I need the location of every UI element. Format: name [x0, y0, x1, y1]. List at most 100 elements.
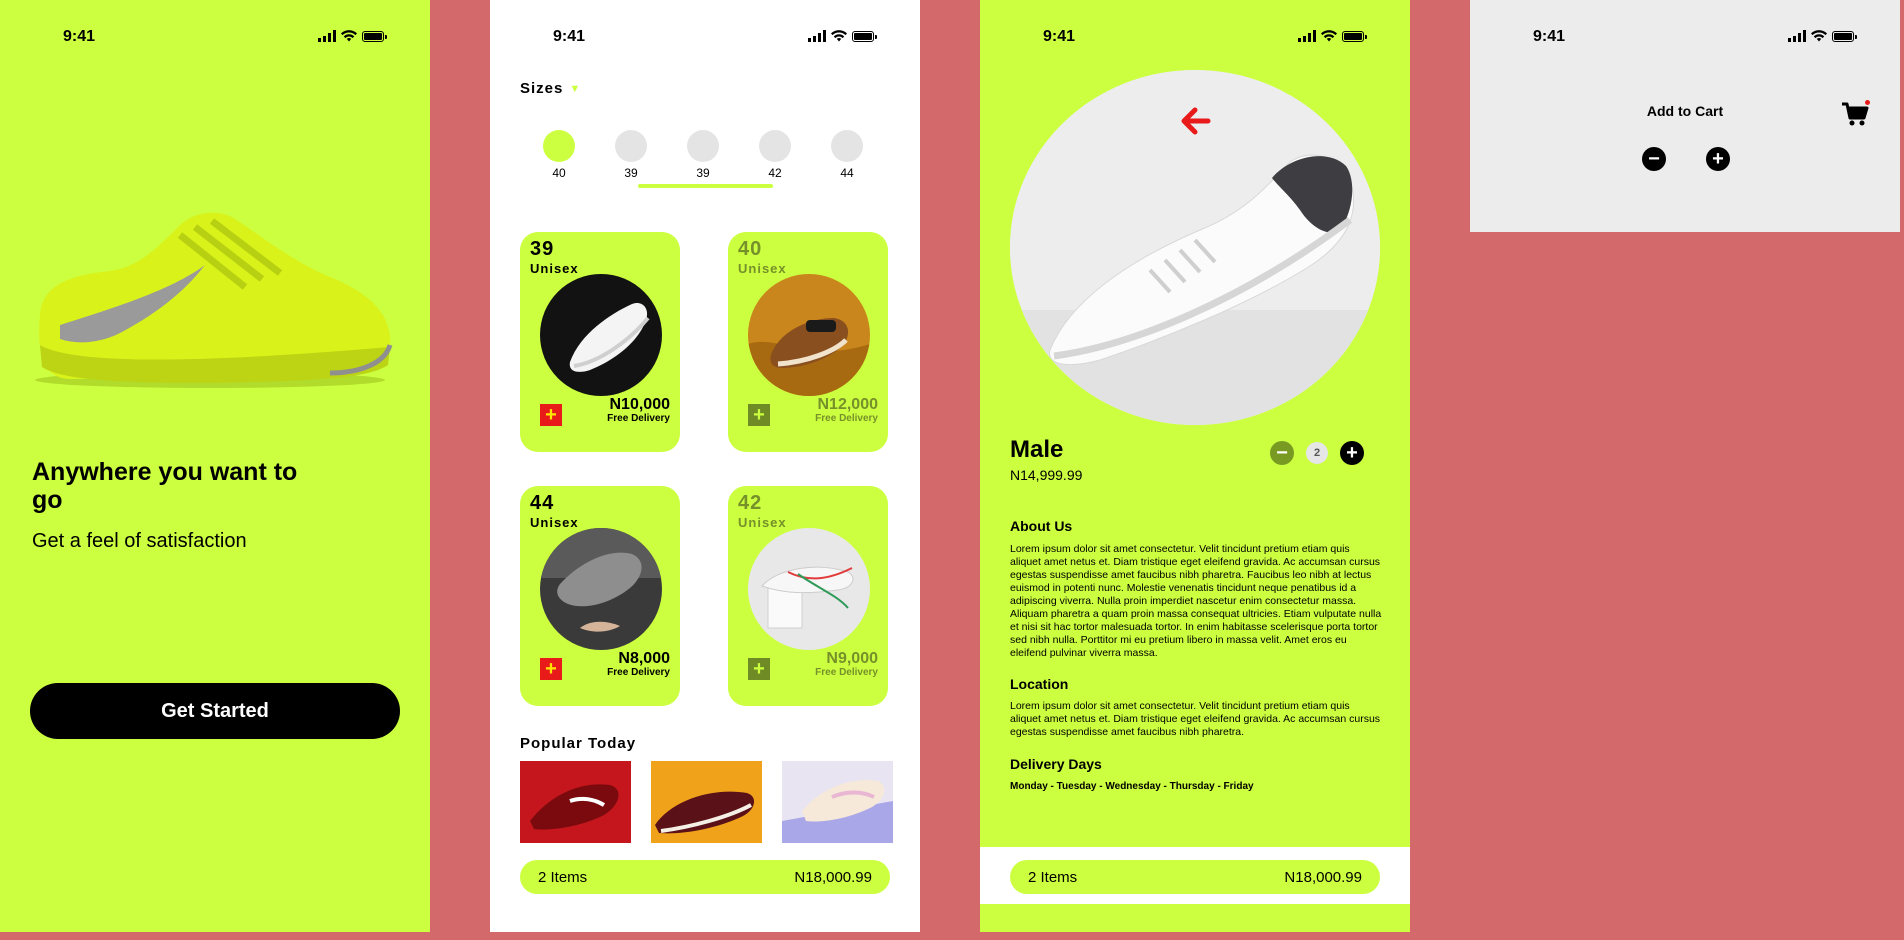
product-detail-screen: 9:41 Male N14,999.99 − 2 + About Us Lore…: [980, 0, 1410, 932]
product-price: N9,000: [826, 650, 878, 667]
location-text: Lorem ipsum dolor sit amet consectetur. …: [1010, 700, 1381, 738]
size-option-label: 42: [768, 166, 782, 180]
cart-summary-bar[interactable]: 2 Items N18,000.99: [520, 860, 890, 894]
status-time: 9:41: [1043, 28, 1076, 45]
product-size: 39: [530, 238, 555, 260]
signal-icon: [808, 30, 826, 42]
status-time: 9:41: [553, 28, 586, 45]
cart-summary-bar[interactable]: 2 Items N18,000.99: [1010, 860, 1380, 894]
product-card[interactable]: 39 Unisex + N10,000 Free Delivery: [520, 232, 680, 452]
product-title: Male: [1010, 436, 1064, 463]
battery-icon: [1832, 30, 1857, 42]
size-option[interactable]: 39: [615, 130, 647, 180]
product-price: N12,000: [817, 396, 879, 413]
about-title: About Us: [1010, 518, 1073, 534]
chevron-down-icon: ▼: [569, 82, 582, 95]
about-text: Lorem ipsum dolor sit amet consectetur. …: [1010, 543, 1382, 659]
status-time: 9:41: [63, 28, 96, 45]
back-arrow-icon[interactable]: [1178, 104, 1212, 138]
status-bar: 9:41: [980, 28, 1410, 48]
product-delivery: Free Delivery: [607, 667, 670, 678]
status-bar: 9:41: [490, 28, 920, 48]
product-image: [540, 528, 662, 650]
size-scroll-indicator: [638, 184, 773, 188]
product-price: N10,000: [609, 396, 671, 413]
size-option[interactable]: 40: [543, 130, 575, 180]
popular-item-image[interactable]: [651, 761, 762, 843]
cart-item-count: 2 Items: [1028, 868, 1078, 886]
status-time: 9:41: [1533, 28, 1566, 45]
product-price: N14,999.99: [1010, 467, 1083, 483]
onboarding-subheadline: Get a feel of satisfaction: [32, 530, 247, 552]
delivery-days-text: Monday - Tuesday - Wednesday - Thursday …: [1010, 781, 1254, 792]
size-option[interactable]: 42: [759, 130, 791, 180]
quantity-stepper: − 2 +: [1270, 441, 1364, 465]
add-to-cart-button[interactable]: +: [540, 404, 562, 426]
status-bar: 9:41: [0, 28, 430, 48]
sizes-dropdown[interactable]: Sizes ▼: [520, 80, 581, 97]
signal-icon: [1298, 30, 1316, 42]
size-option[interactable]: 39: [687, 130, 719, 180]
increase-quantity-button[interactable]: +: [1340, 441, 1364, 465]
product-image: [540, 274, 662, 396]
size-option-label: 40: [552, 166, 566, 180]
product-delivery: Free Delivery: [815, 667, 878, 678]
product-gender: Unisex: [738, 515, 787, 530]
product-delivery: Free Delivery: [607, 413, 670, 424]
onboarding-screen: 9:41 Anywhere you want to go Get a feel …: [0, 0, 430, 932]
wifi-icon: [831, 30, 847, 42]
status-icons: [1788, 30, 1857, 42]
get-started-button[interactable]: Get Started: [30, 683, 400, 739]
add-to-cart-panel: 9:41 Add to Cart − +: [1470, 0, 1900, 232]
battery-icon: [852, 30, 877, 42]
status-bar: 9:41: [1470, 28, 1900, 48]
product-gender: Unisex: [530, 261, 579, 276]
size-selector: 40 39 39 42 44: [543, 130, 883, 190]
location-title: Location: [1010, 676, 1069, 692]
signal-icon: [1788, 30, 1806, 42]
battery-icon: [362, 30, 387, 42]
cart-item-count: 2 Items: [538, 868, 588, 886]
product-size: 40: [738, 238, 763, 260]
status-icons: [1298, 30, 1367, 42]
product-card[interactable]: 44 Unisex + N8,000 Free Delivery: [520, 486, 680, 706]
status-icons: [808, 30, 877, 42]
product-gender: Unisex: [738, 261, 787, 276]
catalog-screen: 9:41 Sizes ▼ 40 39 39 42 44 39 Unisex + …: [490, 0, 920, 932]
size-option-label: 39: [696, 166, 710, 180]
popular-today-title: Popular Today: [520, 735, 637, 752]
decrease-quantity-button[interactable]: −: [1642, 147, 1666, 171]
add-to-cart-button[interactable]: +: [540, 658, 562, 680]
delivery-days-title: Delivery Days: [1010, 756, 1102, 772]
decrease-quantity-button[interactable]: −: [1270, 441, 1294, 465]
sizes-title: Sizes: [520, 80, 564, 97]
wifi-icon: [341, 30, 357, 42]
hero-shoe-image: [35, 212, 393, 388]
battery-icon: [1342, 30, 1367, 42]
onboarding-headline: Anywhere you want to go: [32, 458, 298, 514]
add-to-cart-title: Add to Cart: [1646, 103, 1724, 119]
product-image: [748, 274, 870, 396]
popular-item-image[interactable]: [520, 761, 631, 843]
cart-notification-dot: [1865, 100, 1870, 105]
popular-item-image[interactable]: [782, 761, 893, 843]
size-option[interactable]: 44: [831, 130, 863, 180]
size-option-label: 44: [840, 166, 854, 180]
add-to-cart-button[interactable]: +: [748, 404, 770, 426]
product-card[interactable]: 42 Unisex + N9,000 Free Delivery: [728, 486, 888, 706]
quantity-value: 2: [1306, 442, 1328, 464]
wifi-icon: [1321, 30, 1337, 42]
product-size: 42: [738, 492, 763, 514]
add-to-cart-button[interactable]: +: [748, 658, 770, 680]
popular-list: [520, 761, 893, 843]
product-card[interactable]: 40 Unisex + N12,000 Free Delivery: [728, 232, 888, 452]
product-price: N8,000: [618, 650, 670, 667]
cart-total: N18,000.99: [794, 868, 872, 886]
signal-icon: [318, 30, 336, 42]
status-icons: [318, 30, 387, 42]
increase-quantity-button[interactable]: +: [1706, 147, 1730, 171]
product-size: 44: [530, 492, 555, 514]
product-gender: Unisex: [530, 515, 579, 530]
cart-total: N18,000.99: [1284, 868, 1362, 886]
size-option-label: 39: [624, 166, 638, 180]
